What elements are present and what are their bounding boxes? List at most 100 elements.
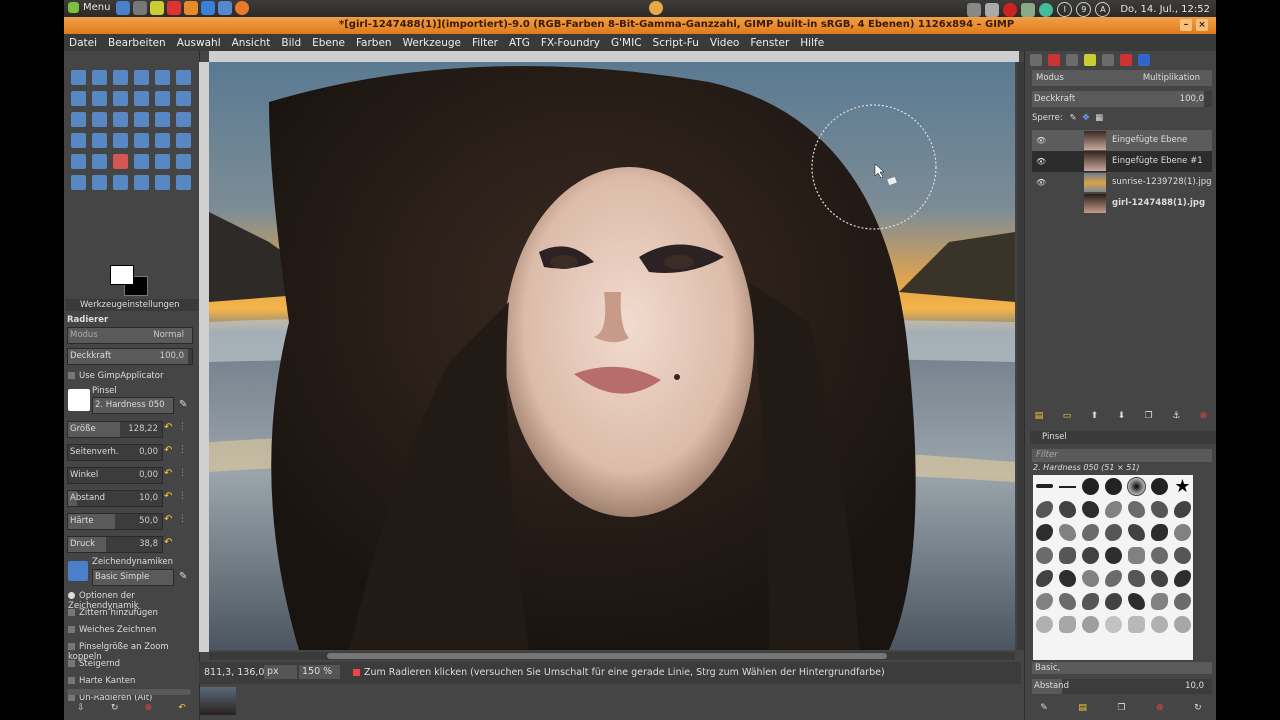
free-select-tool-icon[interactable] — [113, 70, 128, 85]
anchor-layer-icon[interactable]: ⚓ — [1172, 411, 1180, 421]
brush-thumbnail[interactable] — [1036, 501, 1053, 518]
brush-spacing-slider[interactable]: Abstand 10,0 — [1032, 679, 1212, 694]
brush-thumbnail[interactable] — [1036, 547, 1053, 564]
brush-thumbnail[interactable] — [1036, 570, 1053, 587]
layers-tab-icon[interactable] — [1030, 54, 1042, 66]
close-button[interactable]: × — [1196, 19, 1208, 31]
dynamics-select[interactable]: Basic Simple — [92, 569, 174, 586]
battery-icon[interactable] — [1021, 2, 1036, 17]
brush-thumbnail[interactable] — [1128, 547, 1145, 564]
brush-preview[interactable] — [68, 389, 90, 411]
scissors-tool-icon[interactable] — [176, 70, 191, 85]
brush-thumbnail[interactable] — [1151, 501, 1168, 518]
horizontal-ruler[interactable] — [209, 51, 1019, 62]
gimp-taskbar-icon[interactable] — [649, 1, 663, 15]
vlc-icon[interactable] — [184, 1, 198, 15]
clock[interactable]: Do, 14. Jul., 12:52 — [1120, 4, 1210, 15]
mode-dropdown[interactable]: Modus Normal — [67, 327, 193, 344]
refresh-brushes-icon[interactable]: ↻ — [1194, 703, 1202, 713]
mypaint-tool-icon[interactable] — [176, 154, 191, 169]
brush-thumbnail[interactable] — [1174, 501, 1191, 518]
use-gimpapplicator-checkbox[interactable]: Use GimpApplicator — [68, 371, 194, 381]
menu-bild[interactable]: Bild — [281, 37, 301, 49]
brush-thumbnail[interactable] — [1174, 524, 1191, 541]
lock-position-icon[interactable]: ✥ — [1082, 113, 1089, 123]
image-canvas[interactable] — [209, 62, 1015, 650]
align-tool-icon[interactable] — [71, 112, 86, 127]
layer-row[interactable]: 👁 sunrise-1239728(1).jpg — [1032, 172, 1212, 193]
option-checkbox-1[interactable]: Zittern hinzufügen — [68, 608, 194, 618]
edit-brush-icon[interactable]: ✎ — [179, 399, 187, 410]
window-titlebar[interactable]: *[girl-1247488(1)](importiert)-9.0 (RGB-… — [64, 17, 1216, 34]
dropbox-icon[interactable] — [985, 2, 1000, 17]
brush-thumbnail[interactable] — [1036, 616, 1053, 633]
menu-script-fu[interactable]: Script-Fu — [653, 37, 699, 49]
firefox-icon[interactable] — [235, 1, 249, 15]
indicator-9[interactable]: 9 — [1076, 2, 1092, 17]
brush-thumbnail[interactable] — [1082, 478, 1099, 495]
brush-thumbnail[interactable] — [1105, 524, 1122, 541]
brush-thumbnail[interactable] — [1151, 524, 1168, 541]
airbrush-tool-icon[interactable] — [134, 154, 149, 169]
brush-thumbnail[interactable] — [1128, 593, 1145, 610]
lock-pixels-icon[interactable]: ✎ — [1069, 113, 1076, 123]
brush-grid[interactable]: ★ — [1033, 475, 1193, 660]
filezilla-icon[interactable] — [167, 1, 181, 15]
menu-gmic[interactable]: G'MIC — [611, 37, 642, 49]
reset-param-icon[interactable]: ↶ — [164, 537, 174, 549]
brush-thumbnail[interactable] — [1105, 616, 1122, 633]
brush-thumbnail[interactable] — [1105, 501, 1122, 518]
launcher-icon[interactable] — [116, 1, 130, 15]
menu-fenster[interactable]: Fenster — [750, 37, 789, 49]
brush-thumbnail[interactable] — [1082, 501, 1099, 518]
tool-options-tab[interactable]: Werkzeugeinstellungen — [66, 299, 210, 311]
brush-select[interactable]: 2. Hardness 050 — [92, 397, 174, 414]
zoom-tool-icon[interactable] — [134, 91, 149, 106]
cage-tool-icon[interactable] — [92, 133, 107, 148]
brush-thumbnail[interactable] — [1174, 547, 1191, 564]
brushes-tab[interactable]: Pinsel — [1030, 431, 1216, 444]
brush-thumbnail[interactable] — [1059, 501, 1076, 518]
foreground-color-swatch[interactable] — [110, 265, 134, 285]
duplicate-brush-icon[interactable]: ❐ — [1117, 703, 1125, 713]
blur-tool-icon[interactable] — [134, 175, 149, 190]
option-checkbox-4[interactable]: Steigernd — [68, 659, 194, 669]
layer-visibility-icon[interactable]: 👁 — [1036, 151, 1046, 172]
brush-thumbnail[interactable] — [1151, 547, 1168, 564]
menu-werkzeuge[interactable]: Werkzeuge — [403, 37, 461, 49]
brush-thumbnail[interactable] — [1151, 570, 1168, 587]
duplicate-layer-icon[interactable]: ❐ — [1145, 411, 1153, 421]
brush-thumbnail[interactable] — [1059, 547, 1076, 564]
brush-thumbnail[interactable] — [1036, 484, 1053, 488]
brush-tag-input[interactable]: Basic, — [1032, 662, 1212, 674]
measure-tool-icon[interactable] — [155, 91, 170, 106]
chain-icon[interactable]: ⋮ — [178, 514, 187, 524]
toolbox-scrollbar[interactable] — [67, 689, 191, 695]
vertical-scrollbar[interactable] — [1017, 62, 1024, 650]
reset-param-icon[interactable]: ↶ — [164, 468, 174, 480]
menu-video[interactable]: Video — [710, 37, 739, 49]
menu-datei[interactable]: Datei — [69, 37, 97, 49]
brush-thumbnail[interactable] — [1082, 593, 1099, 610]
chain-icon[interactable]: ⋮ — [178, 445, 187, 455]
unit-select[interactable]: px — [264, 665, 297, 679]
system-menu-button[interactable]: Menu — [68, 2, 110, 13]
new-brush-icon[interactable]: ▤ — [1078, 703, 1087, 713]
horizontal-scrollbar[interactable] — [209, 652, 1015, 660]
text-tool-icon[interactable] — [134, 133, 149, 148]
reset-options-icon[interactable]: ↶ — [178, 703, 186, 713]
dynamics-icon[interactable] — [68, 561, 88, 581]
perspective-clone-tool-icon[interactable] — [92, 175, 107, 190]
param-slider-0[interactable]: Größe 128,22 — [67, 421, 163, 438]
brush-thumbnail[interactable] — [1105, 547, 1122, 564]
blend-tool-icon[interactable] — [176, 133, 191, 148]
colors-tab-icon[interactable] — [1120, 54, 1132, 66]
selection-tab-icon[interactable] — [1138, 54, 1150, 66]
brush-thumbnail[interactable] — [1174, 616, 1191, 633]
images-tab-icon[interactable] — [1102, 54, 1114, 66]
brush-thumbnail[interactable] — [1151, 478, 1168, 495]
layer-row[interactable]: girl-1247488(1).jpg — [1032, 193, 1212, 214]
app-icon[interactable] — [201, 1, 215, 15]
chain-icon[interactable]: ⋮ — [178, 422, 187, 432]
brush-thumbnail[interactable] — [1082, 547, 1099, 564]
